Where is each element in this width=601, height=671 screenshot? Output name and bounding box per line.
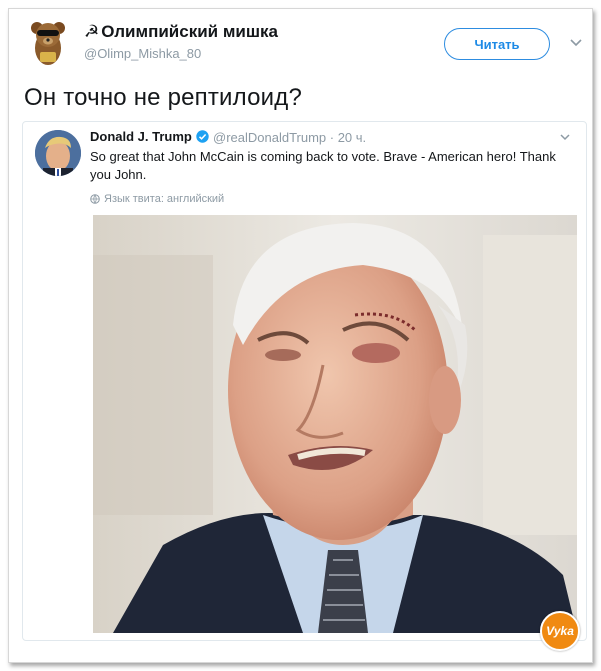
quoted-author-name[interactable]: Donald J. Trump (90, 129, 209, 144)
globe-icon (90, 194, 100, 204)
author-name[interactable]: ☭ Олимпийский мишка (84, 22, 278, 42)
portrait-photo (93, 215, 577, 633)
tweet-text: Он точно не рептилоид? (24, 84, 303, 111)
quoted-handle-time[interactable]: @realDonaldTrump · 20 ч. (213, 130, 366, 145)
chevron-down-icon[interactable] (569, 36, 583, 50)
author-avatar[interactable] (26, 18, 70, 68)
quoted-chevron-down-icon[interactable] (559, 130, 571, 142)
quoted-avatar[interactable] (35, 130, 81, 176)
language-note-text: Язык твита: английский (104, 193, 225, 205)
hammer-sickle-icon: ☭ (84, 22, 100, 41)
verified-badge-icon (196, 130, 209, 143)
language-note: Язык твита: английский (90, 193, 224, 205)
bear-avatar-icon (31, 22, 65, 65)
trump-avatar-icon (35, 130, 81, 176)
site-watermark-logo: Vyka (540, 611, 580, 651)
tweet-photo[interactable] (93, 215, 577, 633)
author-handle[interactable]: @Olimp_Mishka_80 (84, 46, 201, 61)
quoted-tweet-text: So great that John McCain is coming back… (90, 149, 556, 182)
follow-button[interactable]: Читать (444, 28, 550, 60)
author-name-text: Олимпийский мишка (101, 22, 278, 41)
quoted-tweet[interactable]: Donald J. Trump @realDonaldTrump · 20 ч.… (22, 121, 587, 641)
quoted-author-name-text: Donald J. Trump (90, 129, 192, 144)
